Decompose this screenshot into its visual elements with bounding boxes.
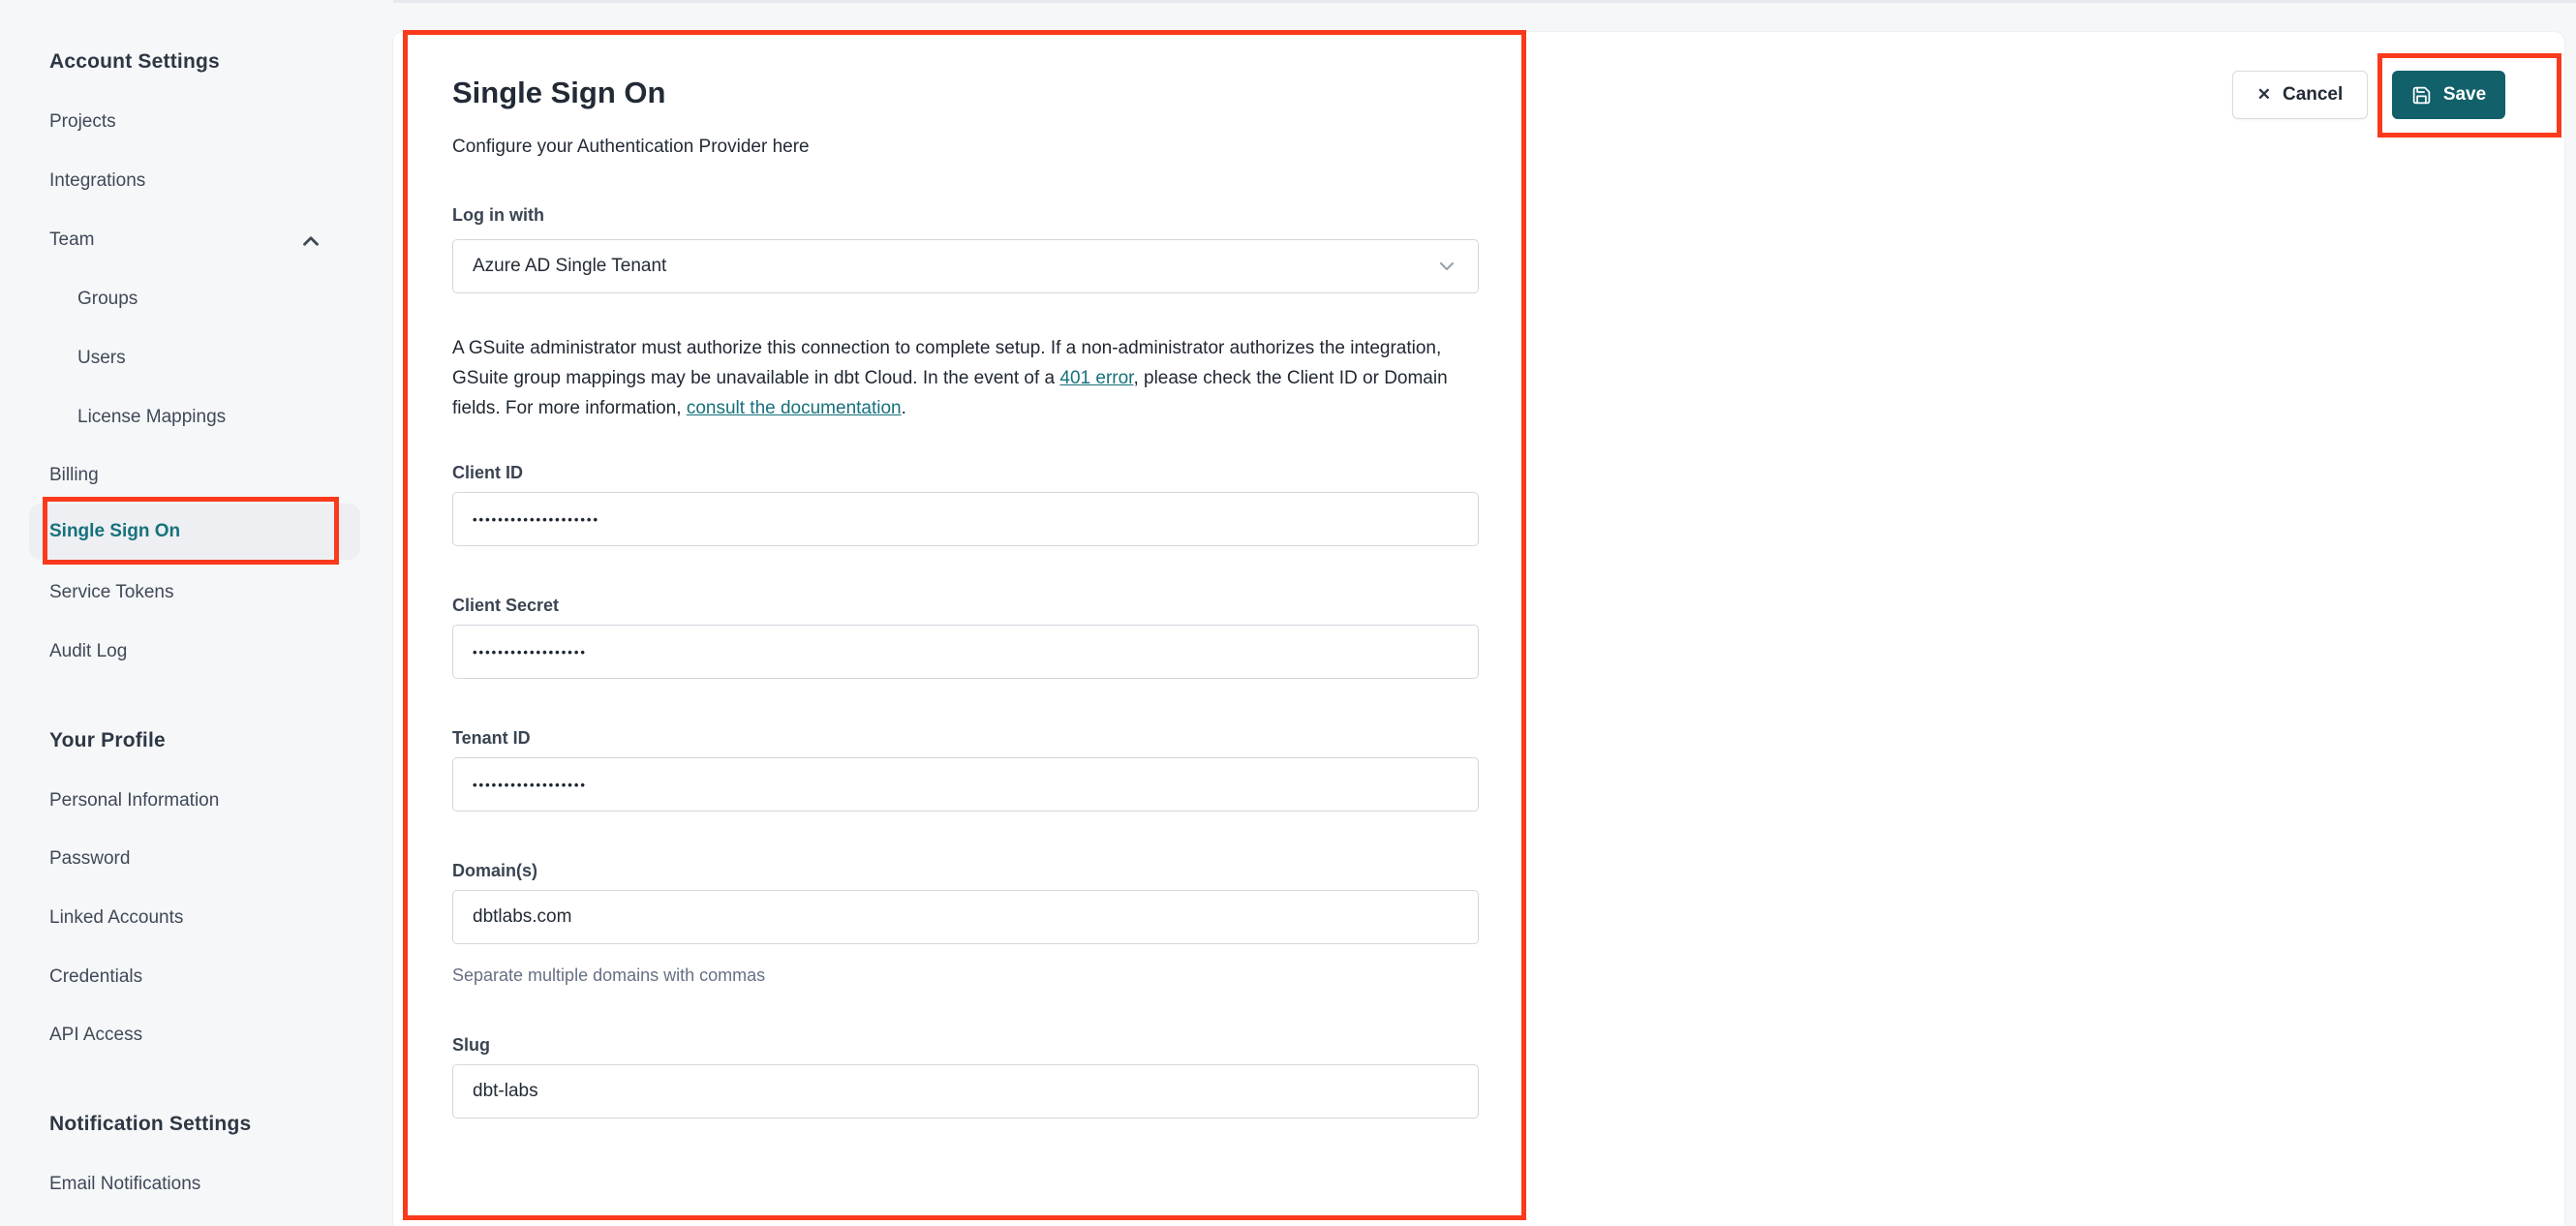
login-with-select[interactable]: Azure AD Single Tenant [452, 239, 1479, 293]
slug-label: Slug [452, 1035, 490, 1055]
sidebar-item-personal-information[interactable]: Personal Information [49, 786, 219, 815]
domains-input[interactable] [452, 890, 1479, 944]
top-header-divider [393, 0, 2576, 3]
sidebar-item-integrations[interactable]: Integrations [49, 167, 145, 196]
sidebar-item-single-sign-on[interactable]: Single Sign On [49, 517, 180, 546]
client-secret-input[interactable] [452, 625, 1479, 679]
login-with-label: Log in with [452, 205, 544, 225]
sidebar-header-your-profile: Your Profile [49, 729, 166, 751]
sidebar-item-team[interactable]: Team [49, 226, 94, 255]
sidebar-header-notification-settings: Notification Settings [49, 1113, 252, 1135]
client-id-label: Client ID [452, 463, 524, 482]
page-subtitle: Configure your Authentication Provider h… [452, 137, 810, 157]
login-with-selected-value: Azure AD Single Tenant [473, 256, 667, 276]
sidebar-item-groups[interactable]: Groups [77, 285, 138, 314]
tenant-id-label: Tenant ID [452, 728, 531, 748]
sidebar-item-billing[interactable]: Billing [49, 461, 99, 490]
tenant-id-input[interactable] [452, 757, 1479, 812]
description-text-3: . [901, 398, 906, 418]
chevron-up-icon [298, 229, 323, 254]
sidebar-item-email-notifications[interactable]: Email Notifications [49, 1170, 200, 1199]
sidebar-item-credentials[interactable]: Credentials [49, 963, 142, 992]
page-title: Single Sign On [452, 76, 666, 109]
domains-helper-text: Separate multiple domains with commas [452, 965, 766, 985]
domains-label: Domain(s) [452, 861, 538, 880]
sidebar-item-service-tokens[interactable]: Service Tokens [49, 578, 174, 607]
sso-description: A GSuite administrator must authorize th… [452, 333, 1484, 423]
cancel-button[interactable]: ✕ Cancel [2232, 71, 2368, 119]
floppy-disk-icon [2411, 85, 2432, 106]
sidebar-item-linked-accounts[interactable]: Linked Accounts [49, 904, 183, 933]
settings-sidebar: Account Settings Projects Integrations T… [0, 0, 393, 1226]
link-401-error[interactable]: 401 error [1059, 368, 1133, 388]
sidebar-item-password[interactable]: Password [49, 844, 130, 874]
client-id-input[interactable] [452, 492, 1479, 546]
sidebar-item-users[interactable]: Users [77, 344, 126, 373]
save-button-label: Save [2442, 84, 2487, 105]
chevron-down-icon [1435, 255, 1458, 278]
slug-input[interactable] [452, 1064, 1479, 1119]
sidebar-header-account-settings: Account Settings [49, 50, 220, 73]
sidebar-item-api-access[interactable]: API Access [49, 1021, 142, 1050]
client-secret-label: Client Secret [452, 596, 560, 615]
sidebar-item-projects[interactable]: Projects [49, 107, 116, 137]
sidebar-item-license-mappings[interactable]: License Mappings [77, 403, 226, 432]
sidebar-item-audit-log[interactable]: Audit Log [49, 637, 127, 666]
link-consult-documentation[interactable]: consult the documentation [687, 398, 902, 418]
close-icon: ✕ [2256, 85, 2271, 104]
save-button[interactable]: Save [2392, 71, 2505, 119]
cancel-button-label: Cancel [2282, 84, 2344, 105]
